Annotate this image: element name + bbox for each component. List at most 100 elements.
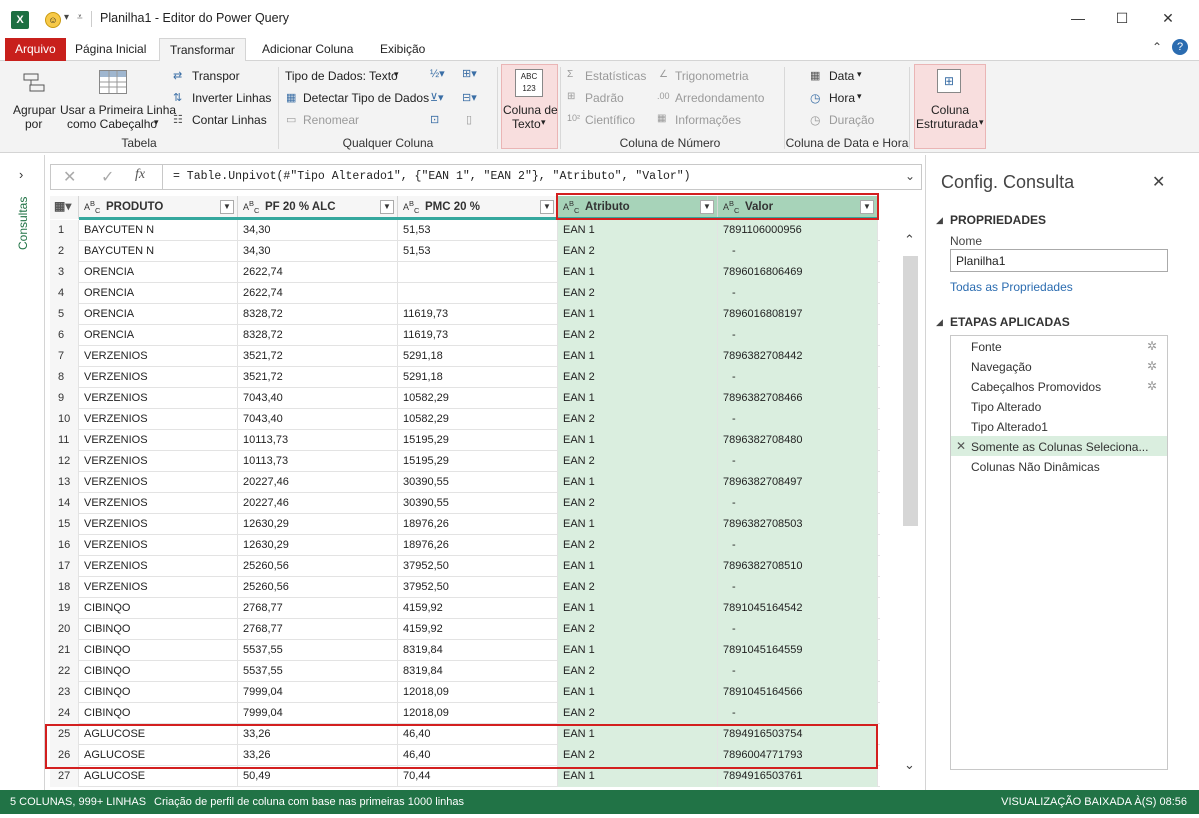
table-cell[interactable]: - (718, 703, 878, 724)
quick-access-icon[interactable]: ⩡ (77, 12, 83, 23)
table-cell[interactable]: 51,53 (398, 241, 558, 262)
table-cell[interactable]: EAN 1 (558, 262, 718, 283)
help-icon[interactable]: ⌃ (1152, 40, 1162, 54)
table-cell[interactable]: VERZENIOS (79, 388, 238, 409)
table-cell[interactable]: 5537,55 (238, 661, 398, 682)
table-cell[interactable]: 7999,04 (238, 682, 398, 703)
table-cell[interactable]: EAN 1 (558, 304, 718, 325)
step-settings-icon[interactable]: ✲ (1147, 339, 1157, 353)
count-rows-button[interactable]: Contar Linhas (192, 113, 267, 127)
table-row[interactable]: 21 CIBINQO 5537,55 8319,84 EAN 1 789104516455… (50, 640, 880, 661)
table-cell[interactable]: EAN 1 (558, 430, 718, 451)
table-cell[interactable]: EAN 1 (558, 556, 718, 577)
table-cell[interactable]: 7896382708497 (718, 472, 878, 493)
table-cell[interactable]: VERZENIOS (79, 535, 238, 556)
table-cell[interactable] (398, 283, 558, 304)
table-cell[interactable]: EAN 1 (558, 640, 718, 661)
table-cell[interactable]: 12018,09 (398, 682, 558, 703)
scroll-thumb[interactable] (903, 256, 918, 526)
table-row[interactable]: 15 VERZENIOS 12630,29 18976,26 EAN 1 78963827… (50, 514, 880, 535)
confirm-icon[interactable]: ✓ (101, 167, 114, 187)
table-cell[interactable]: 2622,74 (238, 283, 398, 304)
table-row[interactable]: 1 BAYCUTEN N 34,30 51,53 EAN 1 7891106000956 (50, 220, 880, 241)
status-profile[interactable]: Criação de perfil de coluna com base nas… (154, 790, 464, 814)
table-cell[interactable]: - (718, 325, 878, 346)
table-row[interactable]: 23 CIBINQO 7999,04 12018,09 EAN 1 78910451645… (50, 682, 880, 703)
table-cell[interactable]: - (718, 619, 878, 640)
table-cell[interactable]: 12630,29 (238, 514, 398, 535)
table-cell[interactable]: 7891045164566 (718, 682, 878, 703)
table-cell[interactable]: 50,49 (238, 766, 398, 787)
transpose-button[interactable]: Transpor (192, 69, 240, 83)
minimize-icon[interactable]: — (1068, 8, 1088, 28)
table-row[interactable]: 16 VERZENIOS 12630,29 18976,26 EAN 2- (50, 535, 880, 556)
table-cell[interactable]: - (718, 661, 878, 682)
table-cell[interactable]: VERZENIOS (79, 430, 238, 451)
step-item[interactable]: Tipo Alterado1 (971, 420, 1048, 434)
table-cell[interactable]: VERZENIOS (79, 346, 238, 367)
table-row[interactable]: 12 VERZENIOS 10113,73 15195,29 EAN 2- (50, 451, 880, 472)
table-row[interactable]: 22 CIBINQO 5537,55 8319,84 EAN 2- (50, 661, 880, 682)
table-row[interactable]: 14 VERZENIOS 20227,46 30390,55 EAN 2- (50, 493, 880, 514)
table-cell[interactable]: 18976,26 (398, 535, 558, 556)
rename-button[interactable]: Renomear (303, 113, 359, 127)
pivot-icon[interactable]: ⊟▾ (462, 91, 477, 104)
table-cell[interactable]: VERZENIOS (79, 556, 238, 577)
table-cell[interactable]: EAN 2 (558, 535, 718, 556)
step-settings-icon[interactable]: ✲ (1147, 359, 1157, 373)
table-cell[interactable]: VERZENIOS (79, 514, 238, 535)
table-cell[interactable]: 11619,73 (398, 325, 558, 346)
close-panel-icon[interactable]: ✕ (1152, 172, 1165, 192)
fill-icon[interactable]: ⊻▾ (430, 91, 444, 104)
table-cell[interactable]: EAN 1 (558, 766, 718, 787)
table-cell[interactable]: - (718, 409, 878, 430)
table-cell[interactable] (398, 262, 558, 283)
table-cell[interactable]: 4159,92 (398, 598, 558, 619)
table-cell[interactable]: 2622,74 (238, 262, 398, 283)
table-cell[interactable]: 20227,46 (238, 493, 398, 514)
table-cell[interactable]: CIBINQO (79, 598, 238, 619)
table-row[interactable]: 19 CIBINQO 2768,77 4159,92 EAN 1 789104516454… (50, 598, 880, 619)
table-cell[interactable]: 34,30 (238, 241, 398, 262)
table-cell[interactable]: - (718, 493, 878, 514)
step-item[interactable]: Navegação (971, 360, 1032, 374)
table-cell[interactable]: EAN 1 (558, 598, 718, 619)
smiley-dropdown-icon[interactable]: ▾ (64, 12, 69, 23)
table-cell[interactable]: EAN 2 (558, 409, 718, 430)
table-cell[interactable]: 25260,56 (238, 556, 398, 577)
collapse-icon[interactable]: ◢ (936, 317, 943, 328)
information-button[interactable]: Informações (675, 113, 741, 127)
table-cell[interactable]: VERZENIOS (79, 493, 238, 514)
table-cell[interactable]: EAN 2 (558, 325, 718, 346)
delete-step-icon[interactable]: ✕ (956, 439, 966, 453)
replace-values-icon[interactable]: ½▾ (430, 67, 445, 80)
table-cell[interactable]: BAYCUTEN N (79, 241, 238, 262)
convert-list-icon[interactable]: ▯ (466, 113, 472, 126)
table-cell[interactable]: EAN 2 (558, 367, 718, 388)
table-cell[interactable]: ORENCIA (79, 283, 238, 304)
table-cell[interactable]: - (718, 367, 878, 388)
step-item[interactable]: Tipo Alterado (971, 400, 1041, 414)
table-cell[interactable]: 5537,55 (238, 640, 398, 661)
table-cell[interactable]: 10582,29 (398, 409, 558, 430)
table-cell[interactable]: 15195,29 (398, 451, 558, 472)
trigonometry-button[interactable]: Trigonometria (675, 69, 749, 83)
table-cell[interactable]: 37952,50 (398, 577, 558, 598)
table-cell[interactable]: 7896382708466 (718, 388, 878, 409)
table-cell[interactable]: EAN 1 (558, 388, 718, 409)
standard-button[interactable]: Padrão (585, 91, 624, 105)
column-header-pmc[interactable]: ABC PMC 20 % ▼ (398, 196, 558, 219)
step-item-selected[interactable]: Somente as Colunas Seleciona... (971, 440, 1148, 454)
statistics-button[interactable]: Estatísticas (585, 69, 646, 83)
table-cell[interactable]: EAN 2 (558, 493, 718, 514)
table-cell[interactable]: 12018,09 (398, 703, 558, 724)
queries-pane-collapsed[interactable]: › Consultas (10, 155, 40, 790)
rounding-button[interactable]: Arredondamento (675, 91, 764, 105)
table-menu-button[interactable]: ▦▾ (50, 196, 79, 219)
table-cell[interactable]: 70,44 (398, 766, 558, 787)
table-cell[interactable]: 5291,18 (398, 367, 558, 388)
table-row[interactable]: 9 VERZENIOS 7043,40 10582,29 EAN 1 7896382708… (50, 388, 880, 409)
table-cell[interactable]: ORENCIA (79, 262, 238, 283)
table-cell[interactable]: 2768,77 (238, 598, 398, 619)
scientific-button[interactable]: Científico (585, 113, 635, 127)
